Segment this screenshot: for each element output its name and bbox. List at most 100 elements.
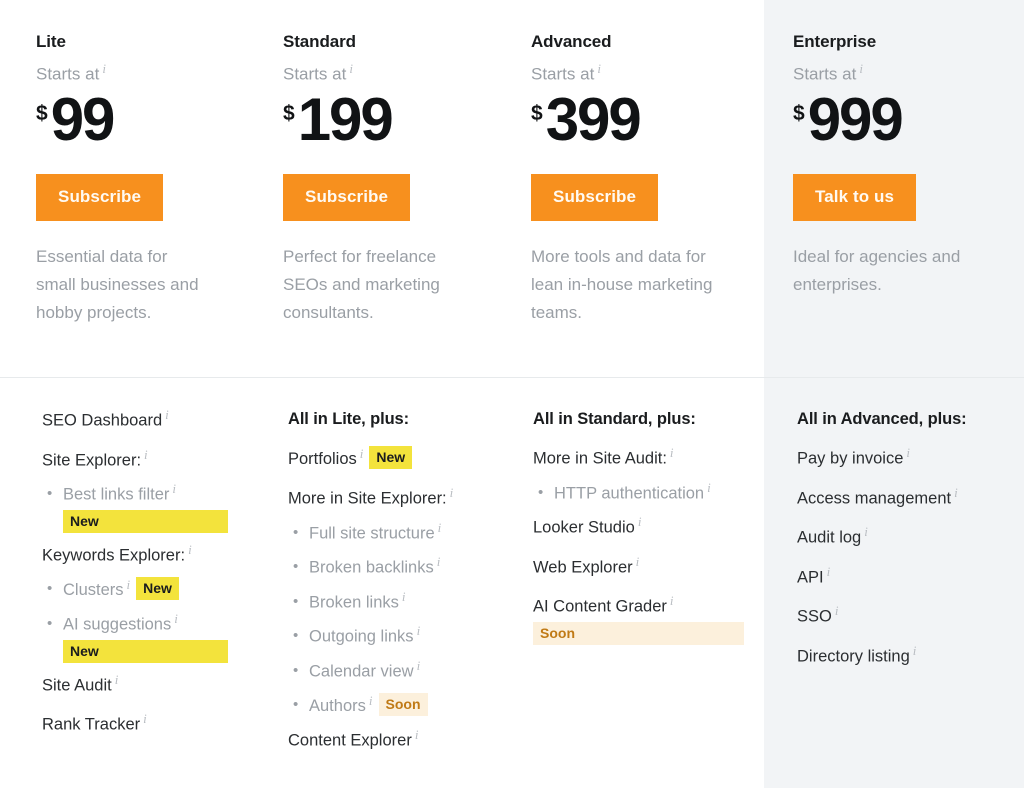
feature-column-standard: All in Lite, plus: Portfolios i New More in … (248, 377, 496, 788)
info-icon[interactable]: i (827, 564, 831, 579)
feature-item: SSO i (797, 604, 1006, 629)
feature-item: SEO Dashboard i (42, 408, 228, 433)
price: $ 199 (283, 85, 456, 153)
feature-label: SEO Dashboard (42, 411, 163, 430)
info-icon[interactable]: i (188, 542, 192, 557)
info-icon[interactable]: i (115, 672, 119, 687)
feature-label: Web Explorer (533, 558, 633, 576)
feature-item: Directory listing i (797, 644, 1006, 669)
feature-label: Audit log (797, 528, 862, 547)
plan-description: Ideal for agencies and enterprises. (793, 246, 961, 294)
feature-sub-item: Broken backlinksi (288, 555, 480, 580)
feature-label: Access management (797, 489, 952, 507)
subscribe-button[interactable]: Subscribe (531, 173, 659, 221)
info-icon[interactable]: i (707, 480, 711, 495)
starts-at-label: Starts at i (531, 62, 724, 86)
section-divider (0, 377, 1024, 378)
feature-column-heading: All in Lite, plus: (288, 410, 410, 428)
feature-label: Directory listing (797, 647, 910, 665)
starts-at-label: Starts at i (283, 62, 456, 86)
info-icon[interactable]: i (402, 589, 406, 604)
feature-label: Calendar view (309, 662, 414, 680)
plan-name: Lite (36, 32, 66, 51)
info-icon[interactable]: i (906, 445, 910, 460)
price: $ 999 (793, 85, 994, 153)
subscribe-button[interactable]: Subscribe (36, 173, 164, 221)
price-amount: 99 (50, 85, 116, 153)
info-icon[interactable]: i (144, 447, 148, 462)
feature-item: Portfolios i New (288, 446, 480, 471)
info-icon[interactable]: i (360, 446, 364, 461)
info-icon[interactable]: i (954, 485, 958, 500)
info-icon[interactable]: i (438, 520, 442, 535)
info-icon[interactable]: i (127, 577, 131, 592)
feature-label: Keywords Explorer: (42, 546, 186, 564)
feature-label: Content Explorer (288, 731, 412, 750)
feature-column-heading: All in Advanced, plus: (797, 410, 967, 428)
plan-name: Standard (283, 32, 356, 51)
feature-lists-row: SEO DashboardiSite Explorer:iBest links … (0, 377, 1024, 788)
feature-label: SSO (797, 607, 832, 626)
info-icon[interactable]: i (597, 61, 601, 76)
starts-at-label: Starts at i (793, 62, 994, 86)
info-icon[interactable]: i (913, 643, 917, 658)
feature-item: Rank Tracker i (42, 712, 228, 737)
feature-item: Site Explorer: i (42, 448, 228, 473)
info-icon[interactable]: i (859, 61, 863, 76)
plan-card-lite: Lite Starts at i $ 99 Subscribe Essential… (0, 0, 248, 377)
feature-sub-item: Best links filteri New (42, 482, 228, 533)
info-icon[interactable]: i (415, 727, 419, 742)
info-icon[interactable]: i (349, 61, 353, 76)
info-icon[interactable]: i (143, 711, 147, 726)
info-icon[interactable]: i (450, 485, 454, 500)
info-icon[interactable]: i (670, 593, 674, 608)
info-icon[interactable]: i (417, 623, 421, 638)
info-icon[interactable]: i (165, 407, 169, 422)
price-amount: 999 (807, 85, 904, 153)
info-icon[interactable]: i (102, 61, 106, 76)
feature-sub-item: Outgoing linksi (288, 624, 480, 649)
feature-item: More in Site Audit: i (533, 446, 744, 471)
plan-card-advanced: Advanced Starts at i $ 399 Subscribe More… (496, 0, 764, 377)
feature-item: Looker Studio i (533, 515, 744, 540)
feature-label: AI Content Grader (533, 597, 667, 616)
info-icon[interactable]: i (835, 603, 839, 618)
feature-label: Looker Studio (533, 518, 635, 537)
pricing-page: Lite Starts at i $ 99 Subscribe Essential… (0, 0, 1024, 788)
starts-at-text: Starts at (531, 64, 595, 84)
feature-label: Site Explorer: (42, 451, 142, 469)
info-icon[interactable]: i (174, 611, 178, 626)
plan-cards-row: Lite Starts at i $ 99 Subscribe Essential… (0, 0, 1024, 377)
feature-label: More in Site Audit: (533, 449, 667, 468)
info-icon[interactable]: i (172, 481, 176, 496)
info-icon[interactable]: i (437, 554, 441, 569)
feature-column-lite: SEO DashboardiSite Explorer:iBest links … (0, 377, 248, 788)
feature-item: Keywords Explorer: i (42, 543, 228, 568)
feature-label: Full site structure (309, 524, 435, 542)
subscribe-button[interactable]: Subscribe (283, 173, 411, 221)
badge-new: New (63, 509, 228, 533)
talk-to-us-button[interactable]: Talk to us (793, 173, 917, 221)
price-amount: 399 (545, 85, 642, 153)
feature-label: Best links filter (63, 485, 170, 504)
info-icon[interactable]: i (864, 524, 868, 539)
starts-at-text: Starts at (283, 64, 347, 84)
price: $ 99 (36, 85, 208, 153)
plan-description: Essential data for small businesses and … (36, 246, 199, 322)
feature-label: Authors (309, 697, 366, 715)
plan-description: Perfect for freelance SEOs and marketing… (283, 246, 440, 322)
info-icon[interactable]: i (417, 658, 421, 673)
currency-symbol: $ (793, 101, 805, 125)
info-icon[interactable]: i (670, 445, 674, 460)
feature-column-advanced: All in Standard, plus: More in Site Audit… (496, 377, 764, 788)
info-icon[interactable]: i (369, 693, 373, 708)
info-icon[interactable]: i (636, 554, 640, 569)
feature-item: Content Explorer i (288, 728, 480, 753)
feature-sub-item: AI suggestionsi New (42, 612, 228, 663)
feature-label: Clusters (63, 581, 124, 599)
feature-label: Outgoing links (309, 627, 414, 646)
feature-label: Broken backlinks (309, 558, 434, 577)
price-amount: 199 (297, 85, 394, 153)
info-icon[interactable]: i (638, 514, 642, 529)
feature-column-heading: All in Standard, plus: (533, 410, 696, 428)
